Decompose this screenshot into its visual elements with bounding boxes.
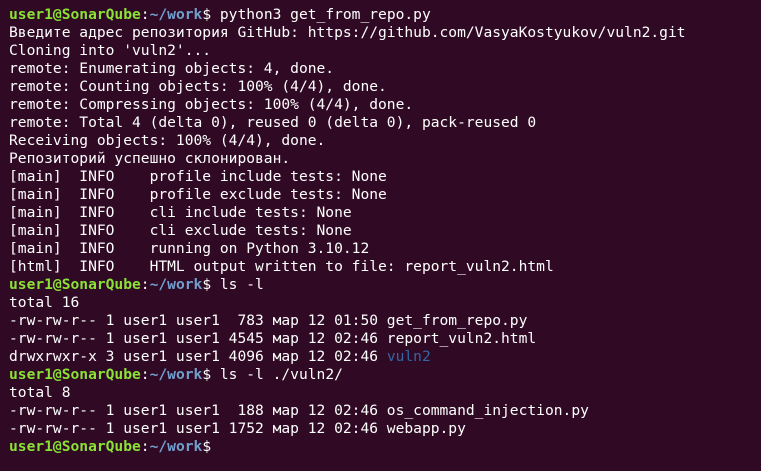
output-line: remote: Compressing objects: 100% (4/4),… [9, 96, 414, 113]
output-line: [main] INFO running on Python 3.10.12 [9, 240, 370, 257]
output-line: [html] INFO HTML output written to file:… [9, 258, 554, 275]
output-line: -rw-rw-r-- 1 user1 user1 188 мар 12 02:4… [9, 402, 589, 419]
directory-name: vuln2 [386, 348, 431, 365]
output-line: total 8 [9, 384, 71, 401]
prompt-line: user1@SonarQube:~/work$ python3 get_from… [9, 6, 761, 24]
prompt-dollar: $ [202, 6, 220, 23]
prompt-user: user1@SonarQube [9, 438, 141, 455]
prompt-line: user1@SonarQube:~/work$ ls -l [9, 276, 761, 294]
output-line: remote: Total 4 (delta 0), reused 0 (del… [9, 114, 537, 131]
prompt-path: ~/work [149, 276, 203, 293]
output-line: drwxrwxr-x 3 user1 user1 4096 мар 12 02:… [9, 348, 761, 366]
prompt-separator: : [140, 438, 150, 455]
prompt-separator: : [140, 276, 150, 293]
output-line: [main] INFO cli exclude tests: None [9, 222, 352, 239]
output-line: remote: Counting objects: 100% (4/4), do… [9, 78, 387, 95]
output-line: total 16 [9, 294, 80, 311]
prompt-user: user1@SonarQube [9, 6, 141, 23]
output-text: drwxrwxr-x 3 user1 user1 4096 мар 12 02:… [9, 348, 387, 365]
output-line: -rw-rw-r-- 1 user1 user1 1752 мар 12 02:… [9, 420, 466, 437]
prompt-path: ~/work [149, 438, 203, 455]
output-line: [main] INFO cli include tests: None [9, 204, 352, 221]
output-line: -rw-rw-r-- 1 user1 user1 783 мар 12 01:5… [9, 312, 528, 329]
prompt-line: user1@SonarQube:~/work$ [9, 438, 761, 456]
output-line: Введите адрес репозитория GitHub: https:… [9, 24, 686, 41]
prompt-path: ~/work [149, 366, 203, 383]
prompt-separator: : [140, 6, 150, 23]
prompt-dollar: $ [202, 438, 220, 455]
prompt-line: user1@SonarQube:~/work$ ls -l ./vuln2/ [9, 366, 761, 384]
command-text: ls -l [219, 276, 264, 293]
terminal-cursor[interactable] [220, 438, 229, 454]
output-line: [main] INFO profile exclude tests: None [9, 186, 387, 203]
output-line: remote: Enumerating objects: 4, done. [9, 60, 335, 77]
prompt-separator: : [140, 366, 150, 383]
prompt-dollar: $ [202, 366, 220, 383]
prompt-user: user1@SonarQube [9, 276, 141, 293]
terminal-window[interactable]: user1@SonarQube:~/work$ python3 get_from… [0, 0, 761, 471]
output-line: Receiving objects: 100% (4/4), done. [9, 132, 326, 149]
output-line: -rw-rw-r-- 1 user1 user1 4545 мар 12 02:… [9, 330, 537, 347]
output-line: Репозиторий успешно склонирован. [9, 150, 291, 167]
command-text: ls -l ./vuln2/ [219, 366, 343, 383]
prompt-user: user1@SonarQube [9, 366, 141, 383]
output-line: Cloning into 'vuln2'... [9, 42, 212, 59]
prompt-dollar: $ [202, 276, 220, 293]
command-text: python3 get_from_repo.py [219, 6, 431, 23]
prompt-path: ~/work [149, 6, 203, 23]
output-line: [main] INFO profile include tests: None [9, 168, 387, 185]
